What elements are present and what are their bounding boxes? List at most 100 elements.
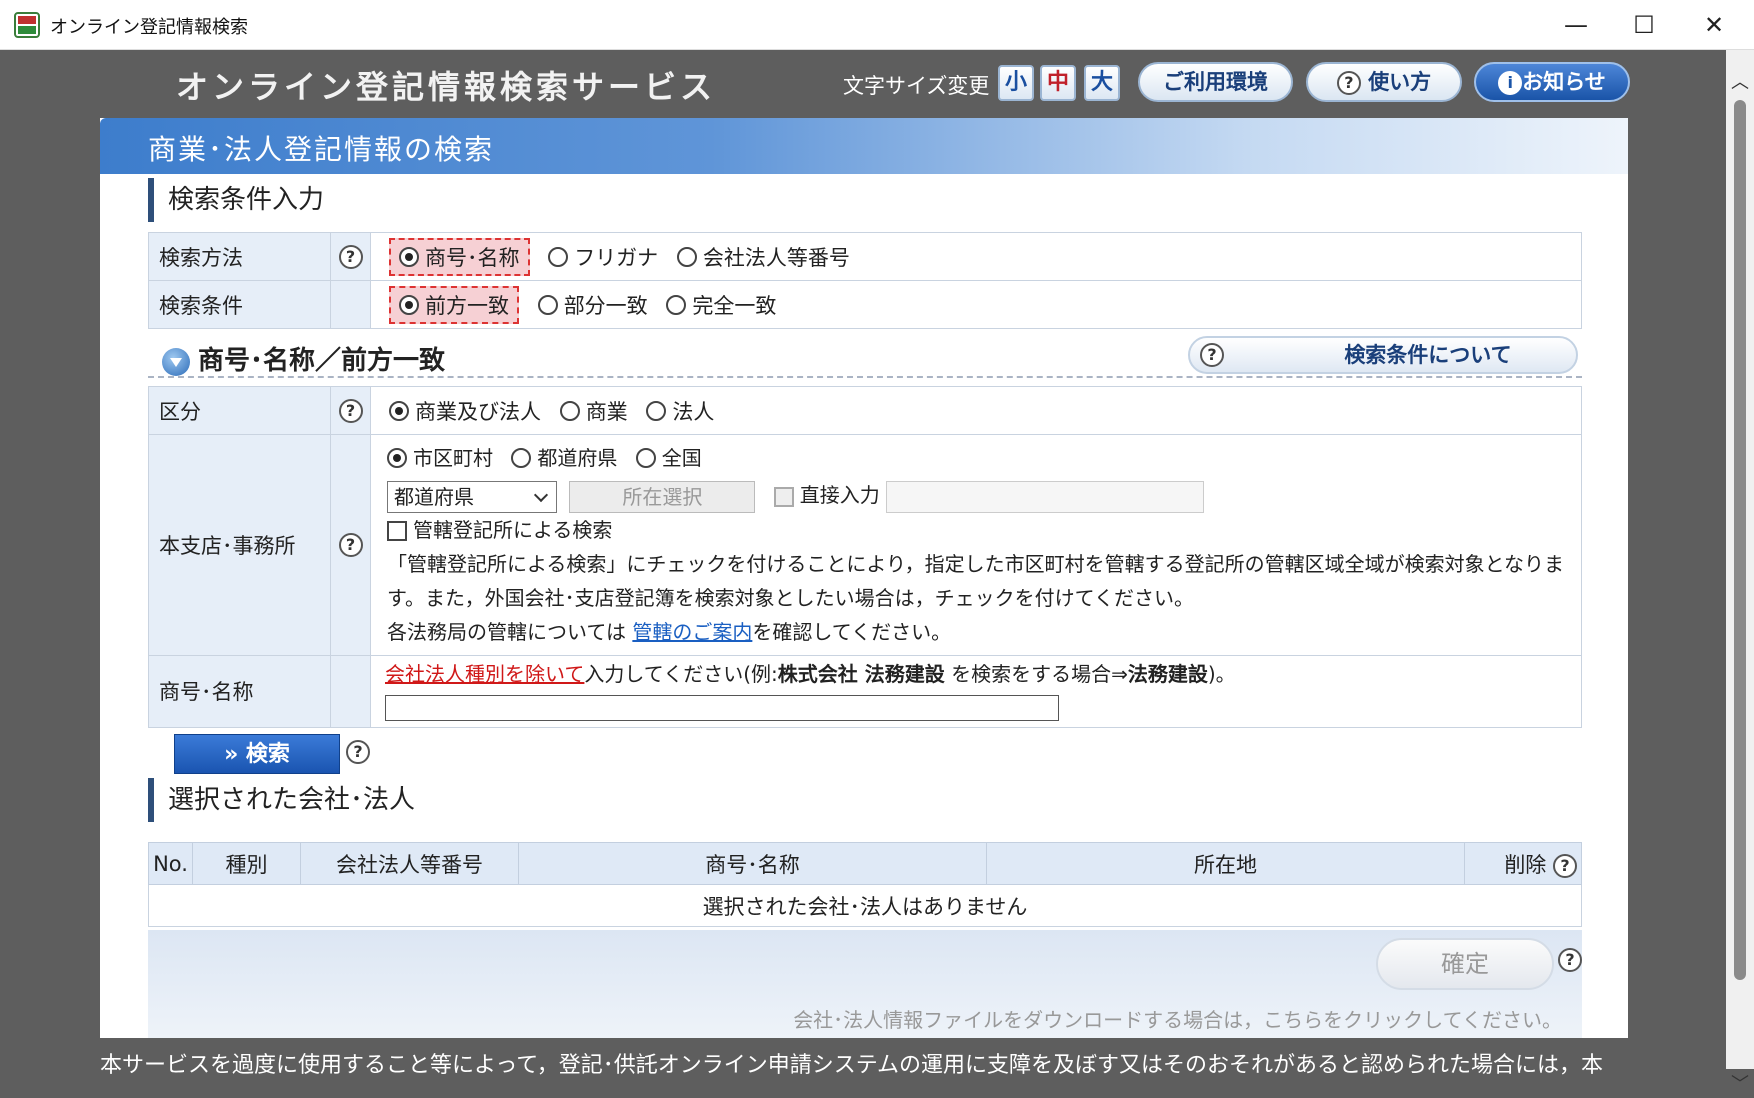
radio-icon[interactable] bbox=[548, 246, 569, 267]
close-button[interactable]: ✕ bbox=[1694, 6, 1734, 44]
app-icon bbox=[14, 12, 40, 38]
vertical-scrollbar[interactable]: ︿ ﹀ bbox=[1726, 50, 1754, 1095]
subheading: 商号･名称／前方一致 bbox=[162, 340, 445, 377]
search-method-table: 検索方法 ? 商号･名称 フリガナ 会社法人等番号 検索条件 前方一致 部分一致… bbox=[148, 232, 1582, 329]
window-title: オンライン登記情報検索 bbox=[50, 17, 248, 38]
jurisdiction-guide-link[interactable]: 管轄のご案内 bbox=[632, 620, 752, 644]
title-bar: オンライン登記情報検索 — ☐ ✕ bbox=[0, 0, 1754, 50]
hint-text: 入力してください(例: bbox=[584, 661, 778, 686]
radio-method-furigana[interactable]: フリガナ bbox=[548, 242, 658, 272]
radio-icon[interactable] bbox=[389, 400, 409, 421]
confirm-button[interactable]: 確定 bbox=[1376, 938, 1554, 990]
radio-condition-partial[interactable]: 部分一致 bbox=[537, 290, 648, 320]
search-detail-table: 区分 ? 商業及び法人 商業 法人 本支店･事務所 ? 市区町村 都道府県 全国… bbox=[148, 386, 1582, 728]
radio-icon[interactable] bbox=[559, 400, 580, 421]
radio-icon[interactable] bbox=[537, 294, 558, 315]
direct-input-field[interactable] bbox=[886, 480, 1205, 513]
scroll-thumb[interactable] bbox=[1734, 100, 1746, 980]
section-heading-condition: 検索条件入力 bbox=[148, 178, 324, 222]
exclude-type-link[interactable]: 会社法人種別を除いて bbox=[385, 662, 584, 686]
jurisdiction-label: 管轄登記所による検索 bbox=[413, 517, 613, 542]
radio-icon[interactable] bbox=[666, 294, 687, 315]
search-help-icon[interactable]: ? bbox=[346, 740, 370, 764]
fontsize-label: 文字サイズ変更 bbox=[843, 74, 990, 98]
jurisdiction-note-2: す。また，外国会社･支店登記簿を検索対象としたい場合は，チェックを付けてください… bbox=[387, 585, 1194, 610]
section-heading-selected: 選択された会社･法人 bbox=[148, 778, 415, 822]
radio-icon[interactable] bbox=[646, 400, 667, 421]
delete-help-icon[interactable]: ? bbox=[1553, 853, 1577, 878]
radio-category-both[interactable]: 商業及び法人 bbox=[389, 396, 541, 426]
radio-condition-exact[interactable]: 完全一致 bbox=[666, 290, 776, 320]
category-help-icon[interactable]: ? bbox=[338, 399, 363, 423]
scroll-up-arrow-icon[interactable]: ︿ bbox=[1726, 68, 1754, 96]
hint-example-2: 法務建設 bbox=[1127, 661, 1208, 686]
site-title: オンライン登記情報検索サービス bbox=[176, 68, 717, 106]
radio-icon[interactable] bbox=[387, 448, 407, 468]
radio-condition-prefix[interactable]: 前方一致 bbox=[389, 285, 519, 324]
scroll-down-arrow-icon[interactable]: ﹀ bbox=[1726, 1070, 1754, 1098]
selected-table: No. 種別 会社法人等番号 商号･名称 所在地 削除 ? 選択された会社･法人… bbox=[148, 842, 1582, 927]
radio-category-commerce[interactable]: 商業 bbox=[559, 396, 628, 426]
chevron-down-icon bbox=[162, 347, 190, 376]
radio-icon[interactable] bbox=[399, 246, 419, 267]
about-conditions-button[interactable]: ? 検索条件について bbox=[1188, 336, 1578, 374]
direct-input-label: 直接入力 bbox=[799, 483, 880, 507]
page-banner: 商業･法人登記情報の検索 bbox=[100, 118, 1628, 174]
office-help-icon[interactable]: ? bbox=[338, 533, 363, 558]
name-label: 商号･名称 bbox=[148, 654, 331, 728]
footer-panel: 確定 ? 会社･法人情報ファイルをダウンロードする場合は，こちらをクリックしてく… bbox=[148, 930, 1582, 1038]
radio-category-corporation[interactable]: 法人 bbox=[646, 396, 714, 426]
col-no: No. bbox=[148, 842, 193, 885]
prefecture-select[interactable]: 都道府県 bbox=[387, 480, 557, 513]
environment-button[interactable]: ご利用環境 bbox=[1138, 62, 1293, 102]
condition-label: 検索条件 bbox=[148, 280, 331, 329]
radio-method-number[interactable]: 会社法人等番号 bbox=[676, 242, 850, 272]
divider bbox=[148, 376, 1582, 378]
minimize-button[interactable]: — bbox=[1556, 6, 1596, 44]
col-name: 商号･名称 bbox=[518, 842, 987, 885]
radio-icon[interactable] bbox=[635, 448, 656, 468]
radio-icon[interactable] bbox=[511, 448, 532, 468]
usage-warning-text: 本サービスを過度に使用すること等によって，登記･供託オンライン申請システムの運用… bbox=[100, 1053, 1604, 1078]
note3-text: 各法務局の管轄については bbox=[387, 619, 633, 644]
note3-tail: を確認してください。 bbox=[752, 619, 952, 644]
jurisdiction-checkbox[interactable] bbox=[387, 521, 407, 541]
search-button[interactable]: » 検索 bbox=[174, 734, 340, 774]
col-type: 種別 bbox=[192, 842, 301, 885]
font-size-medium-button[interactable]: 中 bbox=[1040, 65, 1076, 101]
radio-office-pref[interactable]: 都道府県 bbox=[511, 441, 617, 475]
category-label: 区分 bbox=[148, 386, 331, 435]
radio-method-name[interactable]: 商号･名称 bbox=[389, 237, 530, 276]
page-title: 商業･法人登記情報の検索 bbox=[148, 133, 495, 166]
main-panel: 商業･法人登記情報の検索 検索条件入力 検索方法 ? 商号･名称 フリガナ 会社… bbox=[100, 118, 1628, 1038]
radio-icon[interactable] bbox=[399, 294, 419, 315]
radio-office-city[interactable]: 市区町村 bbox=[387, 441, 493, 475]
usage-button[interactable]: ? 使い方 bbox=[1306, 62, 1462, 102]
news-button[interactable]: i お知らせ bbox=[1474, 62, 1630, 102]
method-label: 検索方法 bbox=[148, 232, 331, 281]
font-size-small-button[interactable]: 小 bbox=[998, 65, 1034, 101]
method-help-icon[interactable]: ? bbox=[338, 245, 363, 269]
help-icon: ? bbox=[1336, 71, 1361, 95]
font-size-large-button[interactable]: 大 bbox=[1084, 65, 1120, 101]
info-icon: i bbox=[1498, 71, 1523, 95]
news-label: お知らせ bbox=[1522, 70, 1606, 94]
radio-icon[interactable] bbox=[676, 246, 697, 267]
col-delete: 削除 ? bbox=[1464, 842, 1582, 885]
confirm-help-icon[interactable]: ? bbox=[1558, 948, 1582, 972]
empty-message: 選択された会社･法人はありません bbox=[148, 884, 1582, 927]
radio-office-national[interactable]: 全国 bbox=[635, 441, 702, 475]
hint-text-2: を検索をする場合⇒ bbox=[944, 661, 1128, 686]
jurisdiction-note-1: 「管轄登記所による検索」にチェックを付けることにより，指定した市区町村を管轄する… bbox=[387, 551, 1564, 576]
hint-end: )。 bbox=[1207, 661, 1236, 686]
download-link[interactable]: 会社･法人情報ファイルをダウンロードする場合は，こちらをクリックしてください。 bbox=[148, 1004, 1562, 1033]
company-name-input[interactable] bbox=[385, 694, 1059, 721]
maximize-button[interactable]: ☐ bbox=[1624, 6, 1664, 44]
location-select-button[interactable]: 所在選択 bbox=[569, 480, 756, 513]
direct-input-checkbox[interactable] bbox=[773, 486, 794, 507]
office-label: 本支店･事務所 bbox=[148, 434, 331, 656]
usage-label: 使い方 bbox=[1368, 70, 1432, 94]
col-number: 会社法人等番号 bbox=[300, 842, 519, 885]
hint-example: 株式会社 法務建設 bbox=[777, 661, 945, 686]
col-address: 所在地 bbox=[986, 842, 1465, 885]
